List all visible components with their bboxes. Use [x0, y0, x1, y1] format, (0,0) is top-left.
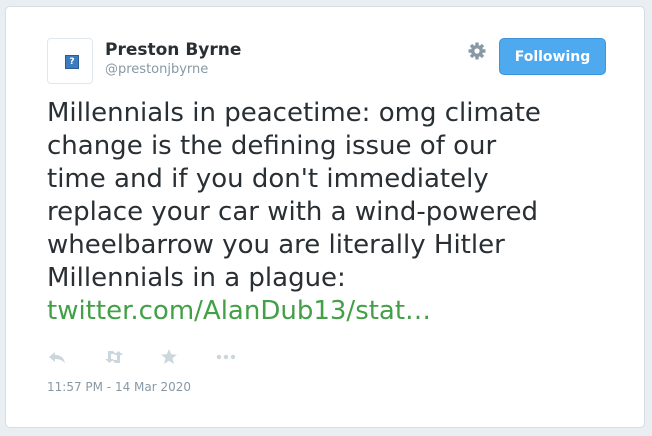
tweet-text: Millennials in peacetime: omg climate ch… [47, 97, 627, 328]
reply-icon[interactable] [47, 347, 69, 367]
tweet-text-line: time and if you don't immediately [47, 164, 489, 194]
broken-image-icon: ? [65, 55, 79, 69]
tweet-text-line: replace your car with a wind-powered [47, 197, 539, 227]
author-name[interactable]: Preston Byrne [105, 40, 241, 60]
tweet-text-line: wheelbarrow you are literally Hitler [47, 230, 505, 260]
tweet-text-line: Millennials in peacetime: omg climate [47, 98, 541, 128]
more-icon[interactable] [215, 347, 237, 367]
author-handle[interactable]: @prestonjbyrne [105, 62, 208, 77]
avatar[interactable]: ? [47, 38, 93, 84]
tweet-text-line: Millennials in a plague: [47, 263, 346, 293]
tweet-card: ? Preston Byrne @prestonjbyrne Following… [5, 6, 645, 428]
retweet-icon[interactable] [103, 347, 125, 367]
gear-icon[interactable] [467, 41, 487, 61]
tweet-link[interactable]: twitter.com/AlanDub13/stat… [47, 295, 627, 328]
tweet-text-line: change is the defining issue of our [47, 131, 497, 161]
favorite-icon[interactable] [159, 347, 181, 367]
following-button[interactable]: Following [499, 38, 606, 75]
tweet-timestamp[interactable]: 11:57 PM - 14 Mar 2020 [47, 380, 191, 394]
